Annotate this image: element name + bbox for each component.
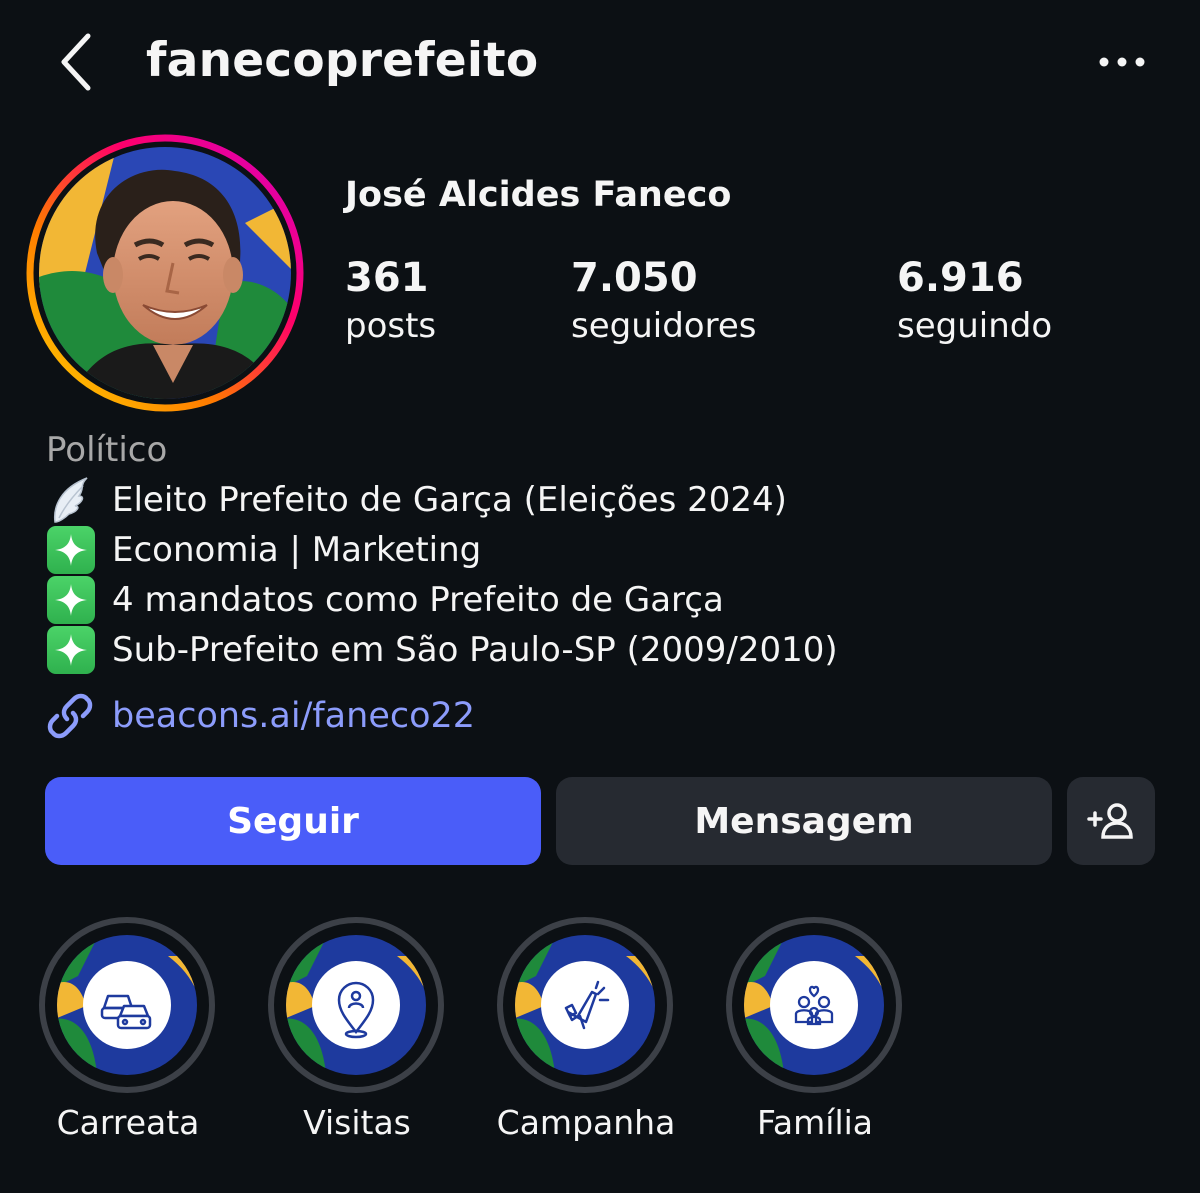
highlight-label: Campanha: [496, 1103, 676, 1142]
sparkles-emoji-icon: [46, 575, 96, 625]
bio-line: Eleito Prefeito de Garça (Eleições 2024): [46, 475, 787, 525]
link-text: beacons.ai/faneco22: [112, 696, 476, 736]
link-icon: [47, 693, 93, 739]
sparkles-emoji-icon: [46, 625, 96, 675]
add-person-icon: [1087, 803, 1133, 839]
bio-text: Sub-Prefeito em São Paulo-SP (2009/2010): [112, 630, 838, 670]
following-label: seguindo: [897, 306, 1053, 346]
wing-emoji-icon: [46, 475, 96, 525]
highlight-visitas[interactable]: Visitas: [247, 916, 467, 1146]
sparkles-emoji-icon: [46, 525, 96, 575]
bio-text: 4 mandatos como Prefeito de Garça: [112, 580, 724, 620]
followers-label: seguidores: [571, 306, 757, 346]
posts-count: 361: [345, 255, 429, 301]
posts-label: posts: [345, 306, 437, 346]
highlight-label: Carreata: [56, 1103, 200, 1142]
profile-link[interactable]: beacons.ai/faneco22: [46, 692, 475, 740]
bio-text: Economia | Marketing: [112, 530, 482, 570]
more-options-button[interactable]: [1094, 44, 1150, 80]
highlight-carreata[interactable]: Carreata: [18, 916, 238, 1146]
display-name: José Alcides Faneco: [345, 175, 732, 215]
posts-stat: 361 posts: [345, 252, 436, 348]
highlight-campanha[interactable]: Campanha: [476, 916, 696, 1146]
following-count: 6.916: [897, 255, 1024, 301]
bio-text: Eleito Prefeito de Garça (Eleições 2024): [112, 480, 787, 520]
follow-button[interactable]: Seguir: [45, 777, 541, 865]
profile-avatar[interactable]: [25, 133, 305, 413]
message-button[interactable]: Mensagem: [556, 777, 1052, 865]
profile-username: fanecoprefeito: [146, 33, 539, 88]
following-stat[interactable]: 6.916 seguindo: [897, 252, 1052, 348]
suggest-people-button[interactable]: [1067, 777, 1155, 865]
bio-line: 4 mandatos como Prefeito de Garça: [46, 575, 724, 625]
more-horizontal-icon: [1099, 57, 1145, 67]
profile-category: Político: [46, 430, 168, 470]
bio-line: Economia | Marketing: [46, 525, 481, 575]
highlight-label: Visitas: [303, 1103, 411, 1142]
followers-stat[interactable]: 7.050 seguidores: [571, 252, 756, 348]
highlight-label: Família: [756, 1103, 874, 1142]
highlight-familia[interactable]: Família: [705, 916, 925, 1146]
followers-count: 7.050: [571, 255, 698, 301]
bio-line: Sub-Prefeito em São Paulo-SP (2009/2010): [46, 625, 838, 675]
back-button[interactable]: [52, 28, 108, 96]
chevron-left-icon: [61, 33, 91, 91]
